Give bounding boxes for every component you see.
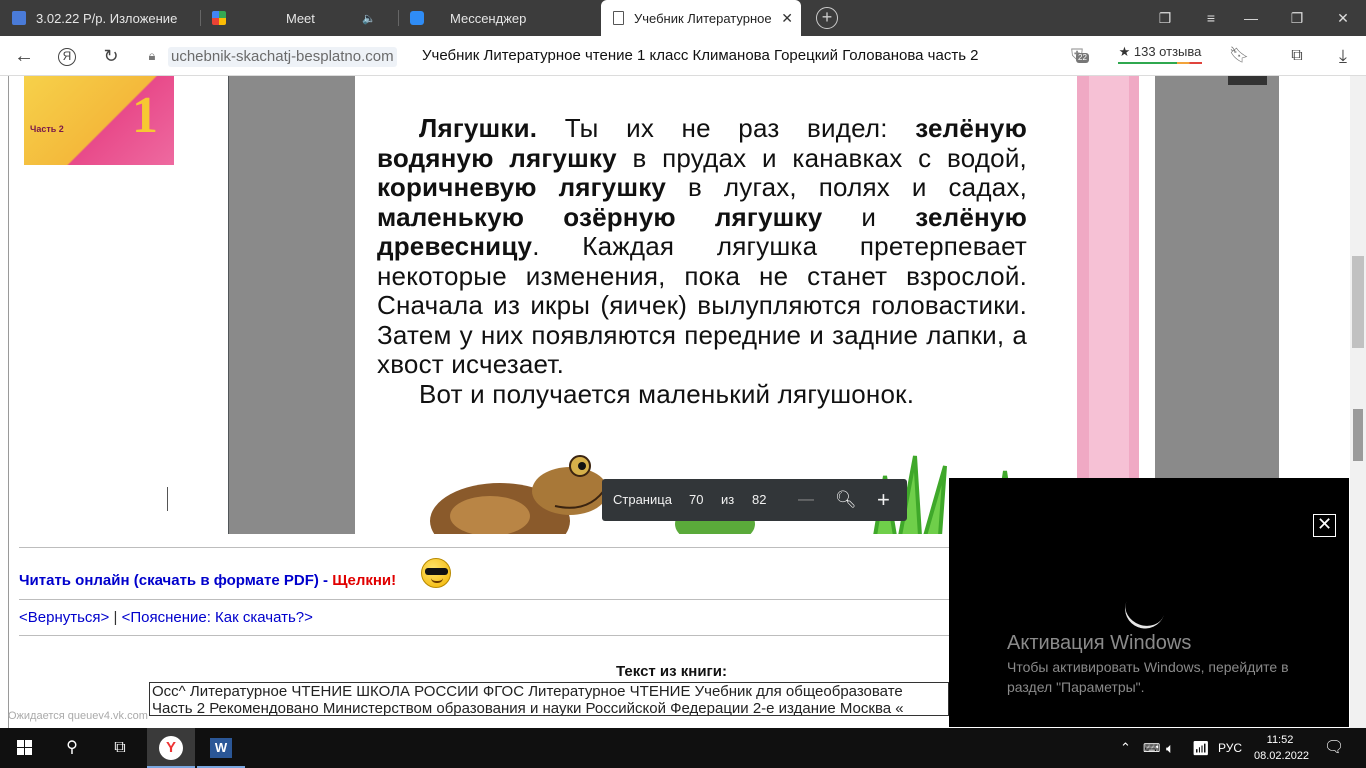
collections-icon[interactable]: ⧉ — [1284, 36, 1310, 76]
text-run: Ты их не раз видел: — [537, 113, 916, 143]
network-icon[interactable]: 📶︎ — [1192, 728, 1210, 768]
lock-icon[interactable]: 🔒︎ — [140, 36, 164, 76]
reviews-button[interactable]: ★ 133 отзыва — [1118, 44, 1202, 64]
new-tab-button[interactable]: + — [816, 7, 838, 29]
yandex-icon[interactable]: Я — [52, 36, 82, 76]
search-icon[interactable]: ⚲ — [48, 728, 96, 768]
browser-tab-bar: 3.02.22 Р/р. Изложение Meet 🔈 Мессенджер… — [0, 0, 1366, 36]
bold-run: коричневую лягушку — [377, 172, 667, 202]
address-bar: ← Я ↻ 🔒︎ uchebnik-skachatj-besplatno.com… — [0, 36, 1366, 76]
read-online-link[interactable]: Читать онлайн (скачать в формате PDF) - … — [19, 572, 396, 589]
tab-uchebnik[interactable]: Учебник Литературное ✕ — [601, 0, 801, 36]
nav-links: <Вернуться> | <Пояснение: Как скачать?> — [19, 609, 313, 626]
read-online-text: Читать онлайн (скачать в формате PDF) - — [19, 572, 333, 589]
viewer-right-margin — [1155, 76, 1279, 534]
pdf-page: Лягушки. Ты их не раз видел: зелёную вод… — [355, 76, 1155, 534]
page-of-label: из — [721, 492, 735, 507]
howto-link[interactable]: <Пояснение: Как скачать?> — [122, 609, 313, 626]
zoom-in-button[interactable]: + — [877, 479, 890, 521]
clock-time: 11:52 — [1266, 734, 1294, 746]
speaker-icon[interactable]: 🔈 — [362, 12, 376, 25]
link-separator: | — [113, 609, 118, 626]
bold-run: Лягушки. — [419, 113, 538, 143]
close-tab-icon[interactable]: ✕ — [781, 11, 793, 25]
divider — [19, 547, 979, 548]
tabs-menu-icon[interactable]: ❐ — [1142, 0, 1188, 36]
book-text-line: Часть 2 Рекомендовано Министерством обра… — [152, 700, 904, 716]
download-icon[interactable]: ⤓ — [1330, 36, 1356, 76]
toolbar-separator — [167, 487, 168, 511]
text-run: в прудах и канавках с водой, — [616, 142, 1027, 173]
bold-run: маленькую озёрную лягушку — [377, 201, 823, 232]
volume-icon[interactable]: 🔈︎ — [1166, 728, 1174, 768]
page-icon — [613, 11, 624, 25]
windows-start-icon[interactable] — [0, 728, 48, 768]
activation-body: Чтобы активировать Windows, перейдите в … — [1007, 659, 1289, 695]
protect-count: 22 — [1076, 53, 1089, 63]
book-text-line: Осс^ Литературное ЧТЕНИЕ ШКОЛА РОССИИ ФГ… — [152, 683, 903, 700]
cover-number: 1 — [132, 87, 158, 144]
pdf-zoom-toolbar: Страница 70 из 82 — 🔍︎ + — [602, 479, 907, 521]
close-overlay-icon[interactable]: ✕ — [1313, 514, 1336, 537]
clock[interactable]: 11:52 08.02.2022 — [1254, 732, 1310, 764]
tab-label: 3.02.22 Р/р. Изложение — [36, 10, 178, 26]
word-icon[interactable]: W — [197, 728, 245, 768]
reload-icon[interactable]: ↻ — [96, 36, 126, 76]
frogs-paragraph-end: Вот и получается маленький лягушонок. — [419, 378, 915, 409]
back-arrow-icon[interactable]: ← — [8, 36, 40, 76]
viewer-left-margin — [229, 76, 355, 534]
text-run: и — [822, 201, 916, 232]
activation-title: Активация Windows — [1007, 632, 1192, 654]
tab-label: Учебник Литературное — [634, 10, 772, 26]
cool-smiley-icon — [421, 558, 451, 588]
tab-label: Мессенджер — [450, 10, 527, 26]
keyboard-icon[interactable]: ⌨ — [1143, 728, 1160, 768]
bookmark-icon[interactable]: 🔖︎ — [1226, 36, 1252, 76]
tray-chevron-icon[interactable]: ⌃ — [1120, 728, 1131, 768]
page-label: Страница — [613, 492, 672, 507]
zoom-fit-icon[interactable]: 🔍︎ — [835, 479, 857, 521]
page-paragraph: Лягушки. Ты их не раз видел: зелёную вод… — [377, 113, 1027, 409]
rating-bar — [1118, 62, 1202, 64]
tab-messenger[interactable]: Мессенджер — [398, 0, 598, 36]
frame-border — [8, 76, 9, 728]
messenger-icon — [410, 11, 424, 25]
task-view-icon[interactable]: ⧉ — [96, 728, 144, 768]
status-text: Ожидается queuev4.vk.com — [8, 710, 148, 722]
page-title: Учебник Литературное чтение 1 класс Клим… — [422, 47, 979, 64]
click-text: Щелкни! — [332, 572, 397, 589]
divider — [19, 635, 979, 636]
clock-date: 08.02.2022 — [1254, 750, 1310, 762]
yandex-browser-icon[interactable]: Y — [147, 728, 195, 768]
url-field[interactable]: uchebnik-skachatj-besplatno.com — [168, 47, 397, 67]
text-run: в лугах, полях и садах, — [666, 172, 1027, 202]
divider — [19, 599, 979, 600]
windows-taskbar: ⚲ ⧉ Y W ⌃ ⌨ 🔈︎ 📶︎ РУС 11:52 08.02.2022 🗨… — [0, 728, 1366, 768]
language-indicator[interactable]: РУС — [1218, 728, 1242, 768]
viewer-badge — [1228, 76, 1267, 85]
frogs-paragraph: Лягушки. Ты их не раз видел: зелёную вод… — [377, 113, 1027, 380]
tab-meet[interactable]: Meet 🔈 — [200, 0, 398, 36]
restore-button[interactable]: ❐ — [1274, 0, 1320, 36]
close-window-button[interactable]: ✕ — [1320, 0, 1366, 36]
tab-label: Meet — [286, 10, 315, 26]
protect-icon[interactable]: ⛨22 — [1062, 36, 1092, 76]
page-scrollbar[interactable] — [1350, 76, 1366, 728]
inner-scrollbar-thumb[interactable] — [1353, 409, 1363, 461]
scrollbar-thumb[interactable] — [1352, 256, 1364, 348]
tab-izlozhenie[interactable]: 3.02.22 Р/р. Изложение — [0, 0, 200, 36]
back-link[interactable]: <Вернуться> — [19, 609, 109, 626]
minimize-button[interactable]: — — [1228, 0, 1274, 36]
book-cover-image[interactable]: 1 Часть 2 — [24, 76, 174, 165]
book-text-box[interactable]: Осс^ Литературное ЧТЕНИЕ ШКОЛА РОССИИ ФГ… — [149, 682, 949, 716]
meet-icon — [212, 11, 226, 25]
classroom-icon — [12, 11, 26, 25]
reviews-label: ★ 133 отзыва — [1118, 44, 1202, 59]
zoom-out-button[interactable]: — — [798, 479, 814, 521]
page-current-input[interactable]: 70 — [689, 479, 703, 521]
notifications-icon[interactable]: 🗨︎ — [1324, 728, 1344, 768]
book-text-heading: Текст из книги: — [616, 663, 728, 680]
cover-part: Часть 2 — [30, 124, 64, 134]
page-total: 82 — [752, 492, 767, 507]
